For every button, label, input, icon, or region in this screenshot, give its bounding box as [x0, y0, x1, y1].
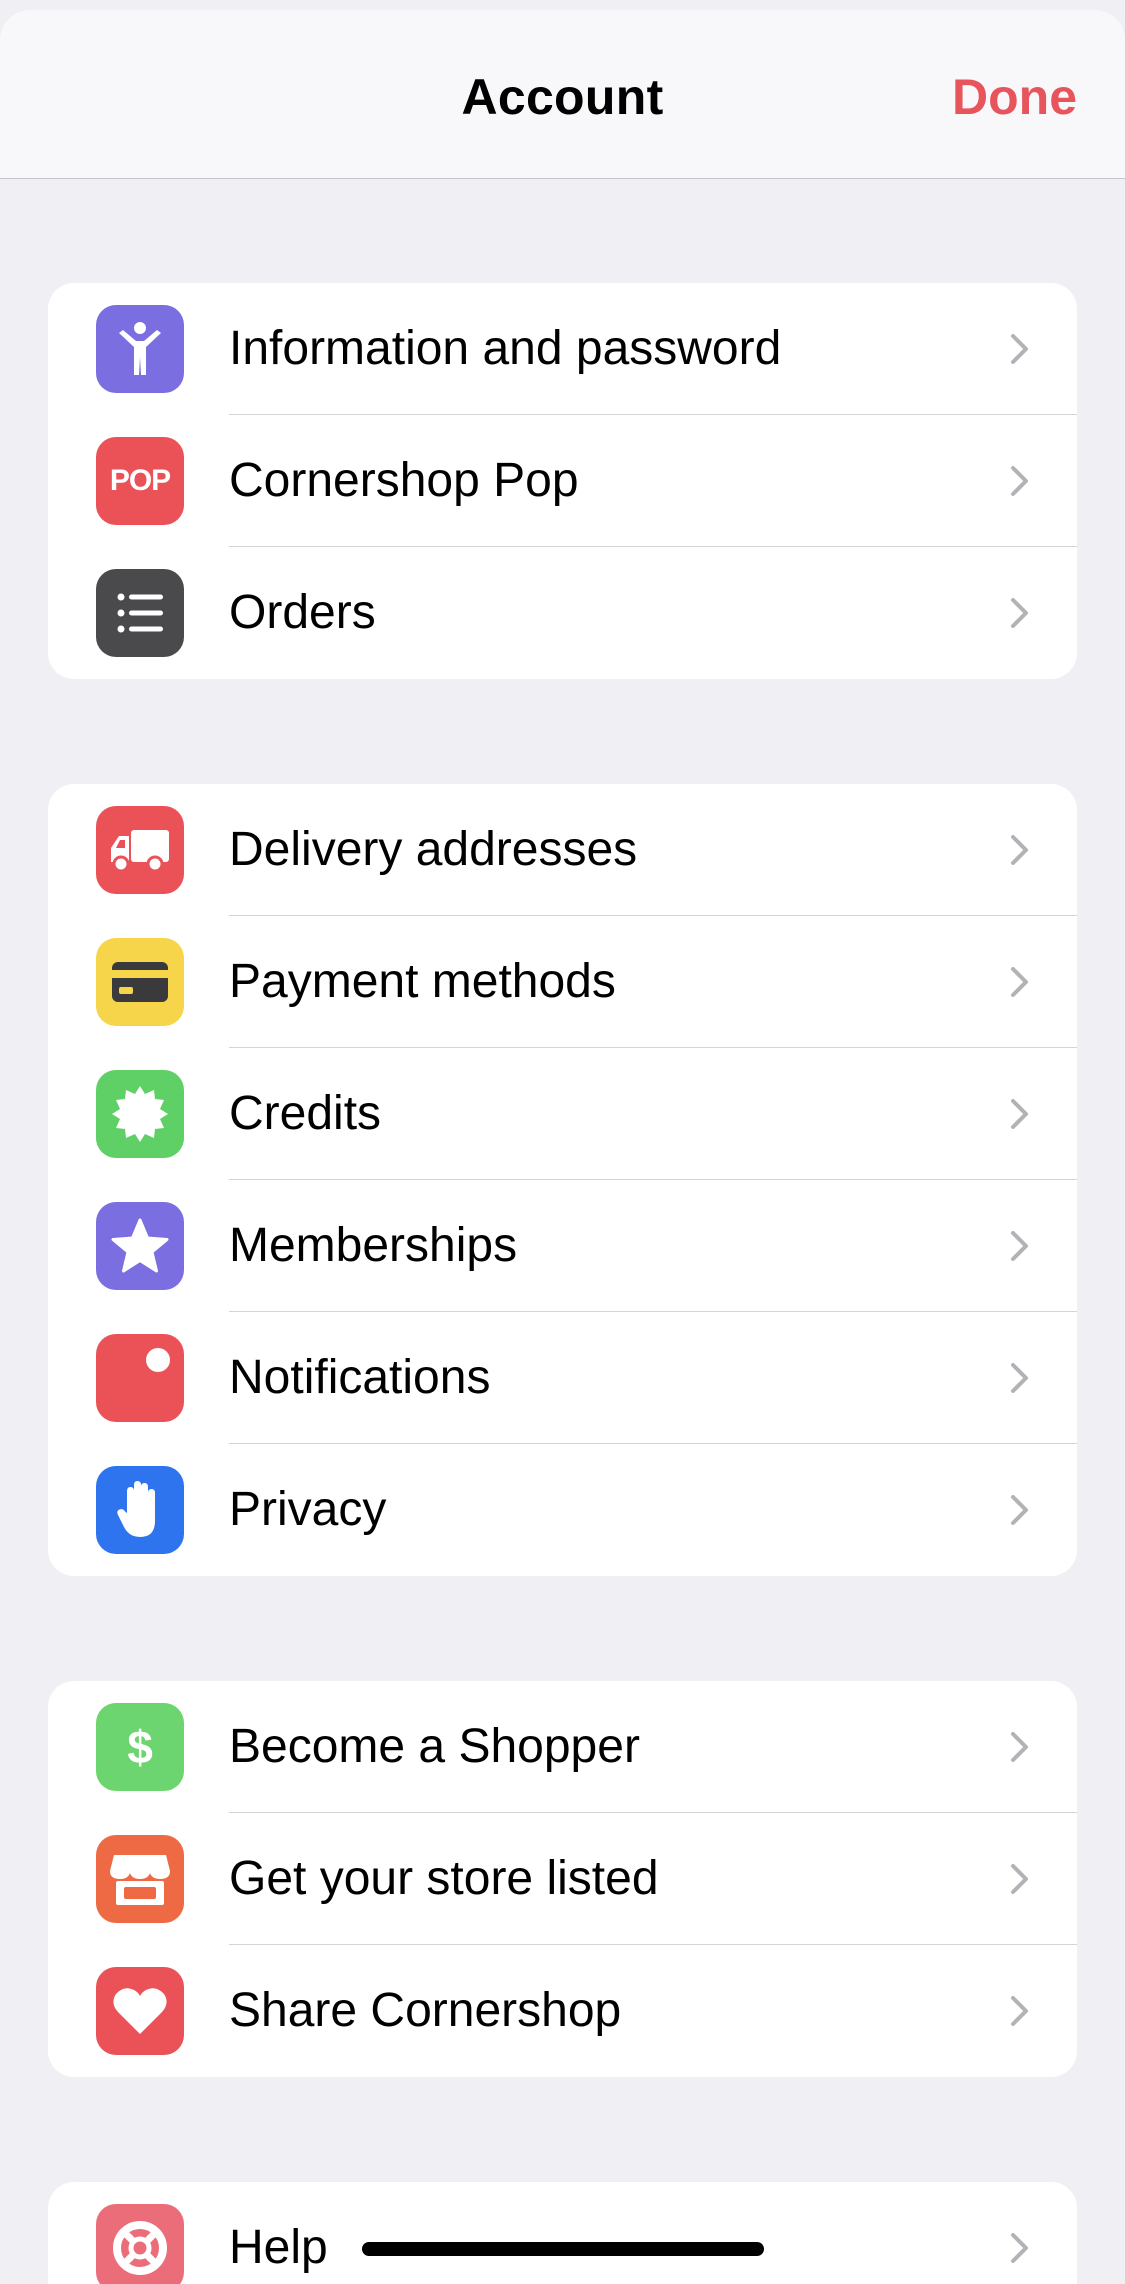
- row-label: Information and password: [229, 322, 782, 375]
- row-label: Payment methods: [229, 955, 616, 1008]
- row-delivery-addresses[interactable]: Delivery addresses: [48, 784, 1077, 916]
- chevron-right-icon: [1011, 1363, 1028, 1393]
- row-share-cornershop[interactable]: Share Cornershop: [48, 1945, 1077, 2077]
- chevron-right-icon: [1011, 1996, 1028, 2026]
- row-memberships[interactable]: Memberships: [48, 1180, 1077, 1312]
- chevron-right-icon: [1011, 1864, 1028, 1894]
- lifebuoy-icon: [96, 2204, 184, 2284]
- star-icon: [96, 1202, 184, 1290]
- chevron-right-icon: [1011, 967, 1028, 997]
- row-label: Notifications: [229, 1351, 491, 1404]
- credit-card-icon: [96, 938, 184, 1026]
- settings-group-community: $ Become a Shopper Get your store listed: [48, 1681, 1077, 2077]
- row-label: Share Cornershop: [229, 1984, 622, 2037]
- chevron-right-icon: [1011, 1231, 1028, 1261]
- settings-group-support: Help: [48, 2182, 1077, 2284]
- list-icon: [96, 569, 184, 657]
- chevron-right-icon: [1011, 1732, 1028, 1762]
- row-notifications[interactable]: Notifications: [48, 1312, 1077, 1444]
- dollar-icon-text: $: [127, 1721, 153, 1773]
- pop-icon-text: POP: [109, 464, 171, 497]
- row-orders[interactable]: Orders: [48, 547, 1077, 679]
- chevron-right-icon: [1011, 835, 1028, 865]
- chevron-right-icon: [1011, 1495, 1028, 1525]
- row-label: Memberships: [229, 1219, 518, 1272]
- heart-icon: [96, 1967, 184, 2055]
- row-label: Credits: [229, 1087, 382, 1140]
- notification-icon: [96, 1334, 184, 1422]
- row-credits[interactable]: Credits: [48, 1048, 1077, 1180]
- row-get-your-store-listed[interactable]: Get your store listed: [48, 1813, 1077, 1945]
- chevron-right-icon: [1011, 334, 1028, 364]
- row-label: Become a Shopper: [229, 1720, 640, 1773]
- storefront-icon: [96, 1835, 184, 1923]
- row-label: Privacy: [229, 1483, 387, 1536]
- home-indicator[interactable]: [362, 2242, 764, 2256]
- person-icon: [96, 305, 184, 393]
- row-label: Get your store listed: [229, 1852, 659, 1905]
- truck-icon: [96, 806, 184, 894]
- row-label: Orders: [229, 586, 376, 639]
- row-help[interactable]: Help: [48, 2182, 1077, 2284]
- row-label: Cornershop Pop: [229, 454, 579, 507]
- pop-icon: POP: [96, 437, 184, 525]
- settings-group-preferences: Delivery addresses Payment methods Credi…: [48, 784, 1077, 1576]
- chevron-right-icon: [1011, 598, 1028, 628]
- chevron-right-icon: [1011, 1099, 1028, 1129]
- row-become-a-shopper[interactable]: $ Become a Shopper: [48, 1681, 1077, 1813]
- row-information-and-password[interactable]: Information and password: [48, 283, 1077, 415]
- row-privacy[interactable]: Privacy: [48, 1444, 1077, 1576]
- dollar-icon: $: [96, 1703, 184, 1791]
- settings-group-account: Information and password POP Cornershop …: [48, 283, 1077, 679]
- row-label: Delivery addresses: [229, 823, 638, 876]
- navigation-bar: Account Done: [0, 10, 1125, 179]
- row-cornershop-pop[interactable]: POP Cornershop Pop: [48, 415, 1077, 547]
- done-button[interactable]: Done: [952, 68, 1077, 126]
- account-sheet: Account Done Information and password PO…: [0, 10, 1125, 2284]
- chevron-right-icon: [1011, 466, 1028, 496]
- row-payment-methods[interactable]: Payment methods: [48, 916, 1077, 1048]
- chevron-right-icon: [1011, 2233, 1028, 2263]
- badge-icon: [96, 1070, 184, 1158]
- hand-icon: [96, 1466, 184, 1554]
- row-label: Help: [229, 2221, 328, 2274]
